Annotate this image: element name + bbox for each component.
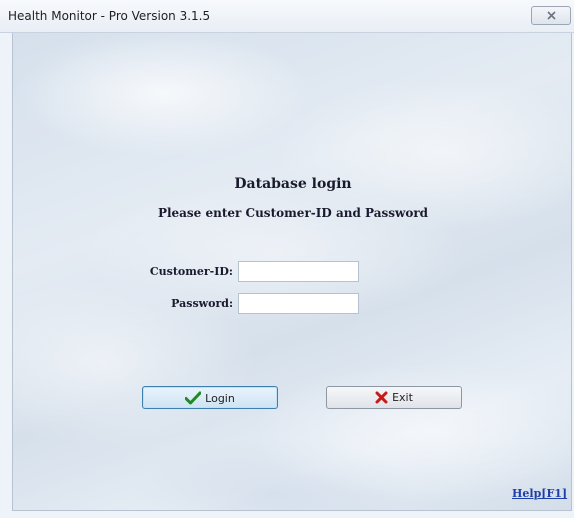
page-title: Database login xyxy=(234,176,352,192)
login-button[interactable]: Login xyxy=(142,386,278,409)
login-button-label: Login xyxy=(205,392,235,405)
exit-button-label: Exit xyxy=(392,391,413,404)
window-title: Health Monitor - Pro Version 3.1.5 xyxy=(8,9,211,23)
exit-button[interactable]: Exit xyxy=(326,386,462,409)
close-button[interactable] xyxy=(531,6,571,25)
page-subtitle: Please enter Customer-ID and Password xyxy=(157,206,429,220)
x-icon xyxy=(375,391,388,404)
login-panel: Database login Please enter Customer-ID … xyxy=(12,33,572,511)
checkmark-icon xyxy=(184,391,202,405)
password-label: Password: xyxy=(171,297,233,310)
title-bar[interactable]: Health Monitor - Pro Version 3.1.5 xyxy=(0,0,574,33)
close-icon xyxy=(547,11,556,20)
password-input[interactable] xyxy=(238,293,359,314)
app-window: Health Monitor - Pro Version 3.1.5 Datab… xyxy=(0,0,574,518)
customer-id-label: Customer-ID: xyxy=(149,265,233,278)
customer-id-input[interactable] xyxy=(238,261,359,282)
help-link[interactable]: Help[F1] xyxy=(512,487,567,500)
